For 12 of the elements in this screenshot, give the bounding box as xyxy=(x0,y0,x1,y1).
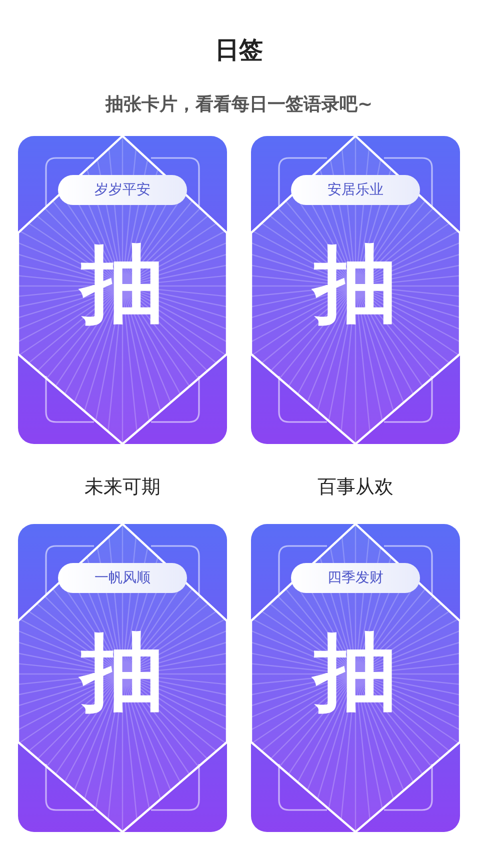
page-subtitle: 抽张卡片，看看每日一签语录吧~ xyxy=(105,93,373,117)
draw-label[interactable]: 抽 xyxy=(313,238,398,330)
card-tag: 一帆风顺 xyxy=(58,563,187,593)
card-caption: 百事从欢 xyxy=(318,475,394,500)
card-tag: 岁岁平安 xyxy=(58,175,187,205)
card-tag: 四季发财 xyxy=(291,563,420,593)
page-title: 日签 xyxy=(215,35,263,66)
card-caption: 未来可期 xyxy=(84,475,160,500)
draw-label[interactable]: 抽 xyxy=(80,626,165,718)
draw-label[interactable]: 抽 xyxy=(313,626,398,718)
card-tag: 安居乐业 xyxy=(291,175,420,205)
draw-label[interactable]: 抽 xyxy=(80,238,165,330)
